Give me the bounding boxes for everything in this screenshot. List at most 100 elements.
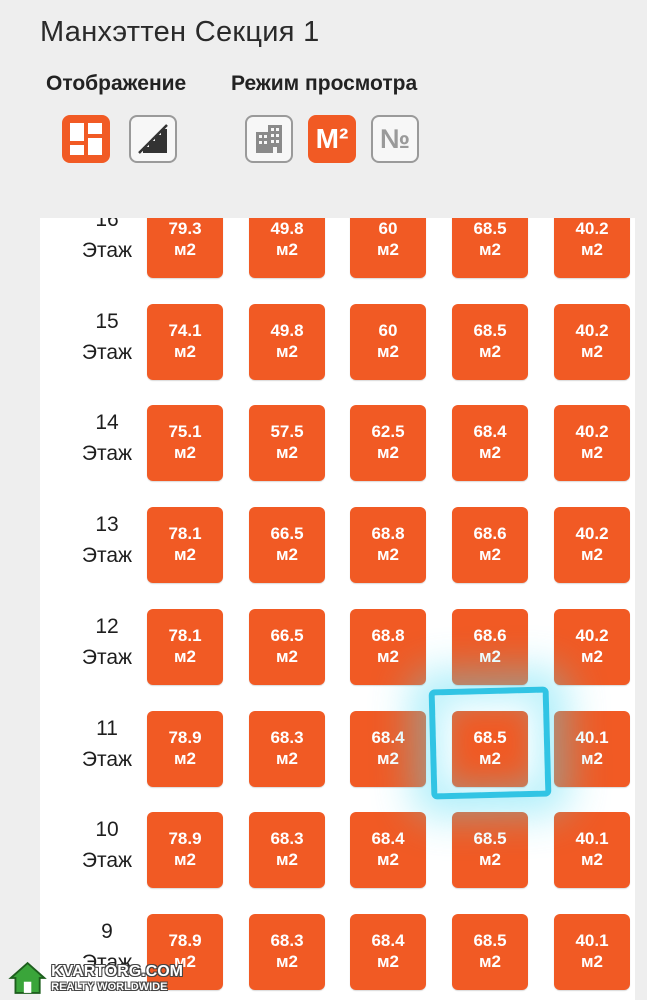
apartment-cell[interactable]: 78.1 м2	[147, 507, 223, 584]
apartment-cell[interactable]: 40.2 м2	[554, 507, 630, 584]
apartment-area: 49.8	[270, 320, 304, 340]
apartment-cell[interactable]: 40.1 м2	[554, 812, 630, 889]
apartment-cell[interactable]: 68.8 м2	[350, 507, 426, 584]
apartment-area: 68.5	[473, 727, 507, 747]
apartment-cell[interactable]: 40.1 м2	[554, 710, 630, 787]
apartment-area: 78.9	[168, 829, 202, 849]
apartment-unit: м2	[478, 341, 502, 361]
apartment-cell[interactable]: 68.4 м2	[350, 913, 426, 990]
floor-row: 15 Этаж 74.1 м2 49.8 м2 60 м2 68.5 м2 40.2 м2	[40, 303, 635, 380]
apartment-cell[interactable]: 68.5 м2	[452, 303, 528, 380]
apartment-cell[interactable]: 68.4 м2	[350, 812, 426, 889]
apartment-area: 74.1	[168, 320, 202, 340]
apartment-area: 40.2	[575, 524, 609, 544]
apartment-unit: м2	[478, 748, 502, 768]
floor-row: 16 Этаж 79.3 м2 49.8 м2 60 м2 68.5 м2 40.2 м2	[40, 218, 635, 278]
apartment-cell[interactable]: 78.9 м2	[147, 812, 223, 889]
apartment-cell[interactable]: 68.5 м2	[452, 913, 528, 990]
apartment-area: 40.1	[575, 829, 609, 849]
grid-view-button[interactable]	[62, 115, 110, 163]
apartment-unit: м2	[580, 443, 604, 463]
house-logo-icon	[8, 961, 47, 994]
floor-row: 10 Этаж 78.9 м2 68.3 м2 68.4 м2 68.5 м2 40.1 м2	[40, 812, 635, 889]
floor-row: 12 Этаж 78.1 м2 66.5 м2 68.8 м2 68.6 м2 40.2 м2	[40, 608, 635, 685]
stairs-view-button[interactable]	[129, 115, 177, 163]
watermark-subtitle: REALTY WORLDWIDE	[51, 981, 168, 993]
floor-word: Этаж	[81, 239, 133, 262]
apartment-unit: м2	[478, 240, 502, 259]
number-mode-button[interactable]: №	[371, 115, 419, 163]
apartment-cell[interactable]: 68.4 м2	[350, 710, 426, 787]
apartment-unit: м2	[580, 646, 604, 666]
apartment-unit: м2	[580, 341, 604, 361]
building-mode-button[interactable]	[245, 115, 293, 163]
view-mode-label: Режим просмотра	[231, 72, 418, 95]
apartment-cell[interactable]: 78.9 м2	[147, 710, 223, 787]
apartment-unit: м2	[173, 646, 197, 666]
floor-number: 13	[95, 513, 119, 537]
apartment-cell[interactable]: 60 м2	[350, 218, 426, 278]
apartment-cell[interactable]: 68.4 м2	[452, 405, 528, 482]
floor-word: Этаж	[81, 340, 133, 364]
grid-layout-icon	[70, 123, 102, 155]
apartment-area: 78.9	[168, 930, 202, 950]
floor-word: Этаж	[81, 747, 133, 771]
apartment-unit: м2	[376, 850, 400, 870]
apartment-area: 68.3	[270, 829, 304, 849]
apartment-unit: м2	[275, 240, 299, 259]
apartment-cell[interactable]: 62.5 м2	[350, 405, 426, 482]
apartment-cell[interactable]: 68.5 м2	[452, 218, 528, 278]
apartment-cell[interactable]: 68.8 м2	[350, 608, 426, 685]
apartment-cell[interactable]: 68.3 м2	[249, 812, 325, 889]
area-mode-button[interactable]: M²	[308, 115, 356, 163]
apartment-area: 68.4	[371, 930, 405, 950]
apartment-cell[interactable]: 66.5 м2	[249, 608, 325, 685]
floor-label: 12 Этаж	[74, 611, 140, 673]
header: Манхэттен Секция 1 Отображение Режим про…	[0, 0, 647, 218]
floor-label: 13 Этаж	[74, 509, 140, 571]
floor-label: 16 Этаж	[74, 218, 140, 266]
apartment-cell[interactable]: 68.3 м2	[249, 710, 325, 787]
apartment-area: 68.5	[473, 219, 507, 238]
apartment-area: 62.5	[371, 422, 405, 442]
building-icon	[256, 125, 282, 153]
apartment-unit: м2	[275, 951, 299, 971]
apartment-cell[interactable]: 68.5 м2	[452, 710, 528, 787]
apartment-cell[interactable]: 40.1 м2	[554, 913, 630, 990]
apartment-cell[interactable]: 49.8 м2	[249, 303, 325, 380]
apartment-cell[interactable]: 79.3 м2	[147, 218, 223, 278]
apartment-area: 40.2	[575, 625, 609, 645]
apartment-unit: м2	[173, 341, 197, 361]
stairs-icon	[138, 124, 168, 154]
apartment-unit: м2	[173, 240, 197, 259]
apartment-area: 79.3	[168, 219, 202, 238]
floor-word: Этаж	[81, 849, 133, 873]
apartment-area: 57.5	[270, 422, 304, 442]
apartment-cell[interactable]: 68.5 м2	[452, 812, 528, 889]
floor-number: 10	[95, 818, 119, 842]
apartment-area: 68.5	[473, 930, 507, 950]
apartment-cell[interactable]: 78.1 м2	[147, 608, 223, 685]
apartment-cell[interactable]: 40.2 м2	[554, 303, 630, 380]
floor-number: 12	[95, 614, 119, 638]
floor-number: 15	[95, 309, 119, 333]
floor-number: 11	[96, 716, 118, 740]
apartment-cell[interactable]: 57.5 м2	[249, 405, 325, 482]
apartment-cell[interactable]: 74.1 м2	[147, 303, 223, 380]
apartment-cell[interactable]: 75.1 м2	[147, 405, 223, 482]
apartment-area: 40.1	[575, 930, 609, 950]
apartment-cell[interactable]: 40.2 м2	[554, 218, 630, 278]
apartment-unit: м2	[376, 545, 400, 565]
apartment-unit: м2	[580, 240, 604, 259]
apartment-cell[interactable]: 40.2 м2	[554, 405, 630, 482]
apartment-cell[interactable]: 49.8 м2	[249, 218, 325, 278]
apartment-cell[interactable]: 66.5 м2	[249, 507, 325, 584]
apartment-cell[interactable]: 68.6 м2	[452, 608, 528, 685]
apartment-cell[interactable]: 68.6 м2	[452, 507, 528, 584]
floor-number: 14	[95, 411, 119, 435]
apartment-cell[interactable]: 68.3 м2	[249, 913, 325, 990]
apartment-unit: м2	[580, 545, 604, 565]
apartment-cell[interactable]: 60 м2	[350, 303, 426, 380]
watermark-title: KVARTORG.COM	[51, 963, 183, 980]
apartment-cell[interactable]: 40.2 м2	[554, 608, 630, 685]
